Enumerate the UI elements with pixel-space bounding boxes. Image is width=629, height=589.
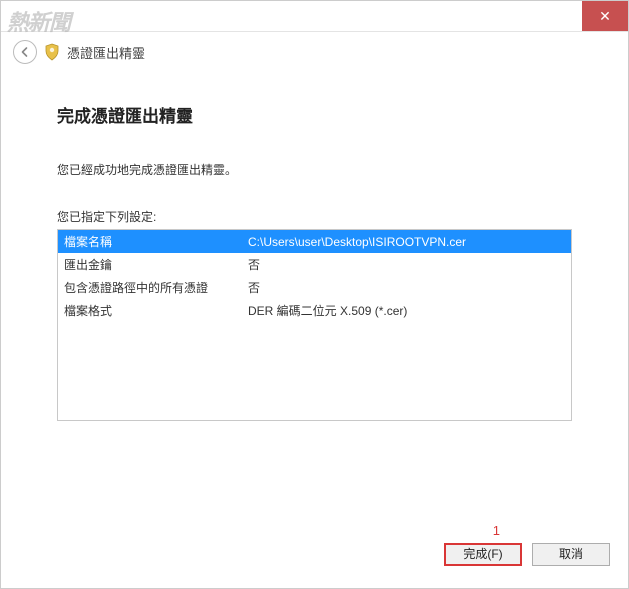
settings-table: 檔案名稱C:\Users\user\Desktop\ISIROOTVPN.cer… bbox=[58, 230, 571, 322]
settings-label: 您已指定下列設定: bbox=[57, 208, 572, 225]
wizard-header: 憑證匯出精靈 bbox=[1, 32, 628, 70]
wizard-content: 完成憑證匯出精靈 您已經成功地完成憑證匯出精靈。 您已指定下列設定: 檔案名稱C… bbox=[1, 70, 628, 525]
certificate-icon bbox=[43, 43, 61, 61]
back-button[interactable] bbox=[13, 40, 37, 64]
wizard-window: 熱新聞 ✕ 憑證匯出精靈 完成憑證匯出精靈 您已經成功地完成憑證匯出精靈。 您已… bbox=[0, 0, 629, 589]
table-row[interactable]: 匯出金鑰否 bbox=[58, 253, 571, 276]
table-row[interactable]: 檔案格式DER 編碼二位元 X.509 (*.cer) bbox=[58, 299, 571, 322]
settings-listbox[interactable]: 檔案名稱C:\Users\user\Desktop\ISIROOTVPN.cer… bbox=[57, 229, 572, 421]
close-icon: ✕ bbox=[599, 8, 611, 25]
page-heading: 完成憑證匯出精靈 bbox=[57, 102, 572, 127]
finish-button[interactable]: 完成(F) bbox=[444, 543, 522, 566]
annotation-marker: 1 bbox=[493, 523, 500, 538]
setting-key: 檔案格式 bbox=[58, 299, 242, 322]
setting-key: 匯出金鑰 bbox=[58, 253, 242, 276]
setting-value: C:\Users\user\Desktop\ISIROOTVPN.cer bbox=[242, 230, 571, 253]
table-row[interactable]: 包含憑證路徑中的所有憑證否 bbox=[58, 276, 571, 299]
titlebar: ✕ bbox=[1, 1, 628, 32]
setting-value: 否 bbox=[242, 253, 571, 276]
setting-key: 包含憑證路徑中的所有憑證 bbox=[58, 276, 242, 299]
setting-value: 否 bbox=[242, 276, 571, 299]
setting-key: 檔案名稱 bbox=[58, 230, 242, 253]
arrow-left-icon bbox=[19, 46, 31, 58]
setting-value: DER 編碼二位元 X.509 (*.cer) bbox=[242, 299, 571, 322]
wizard-title: 憑證匯出精靈 bbox=[67, 43, 145, 62]
table-row[interactable]: 檔案名稱C:\Users\user\Desktop\ISIROOTVPN.cer bbox=[58, 230, 571, 253]
success-message: 您已經成功地完成憑證匯出精靈。 bbox=[57, 161, 572, 178]
close-button[interactable]: ✕ bbox=[582, 1, 628, 31]
wizard-footer: 1 完成(F) 取消 bbox=[1, 525, 628, 588]
cancel-button[interactable]: 取消 bbox=[532, 543, 610, 566]
